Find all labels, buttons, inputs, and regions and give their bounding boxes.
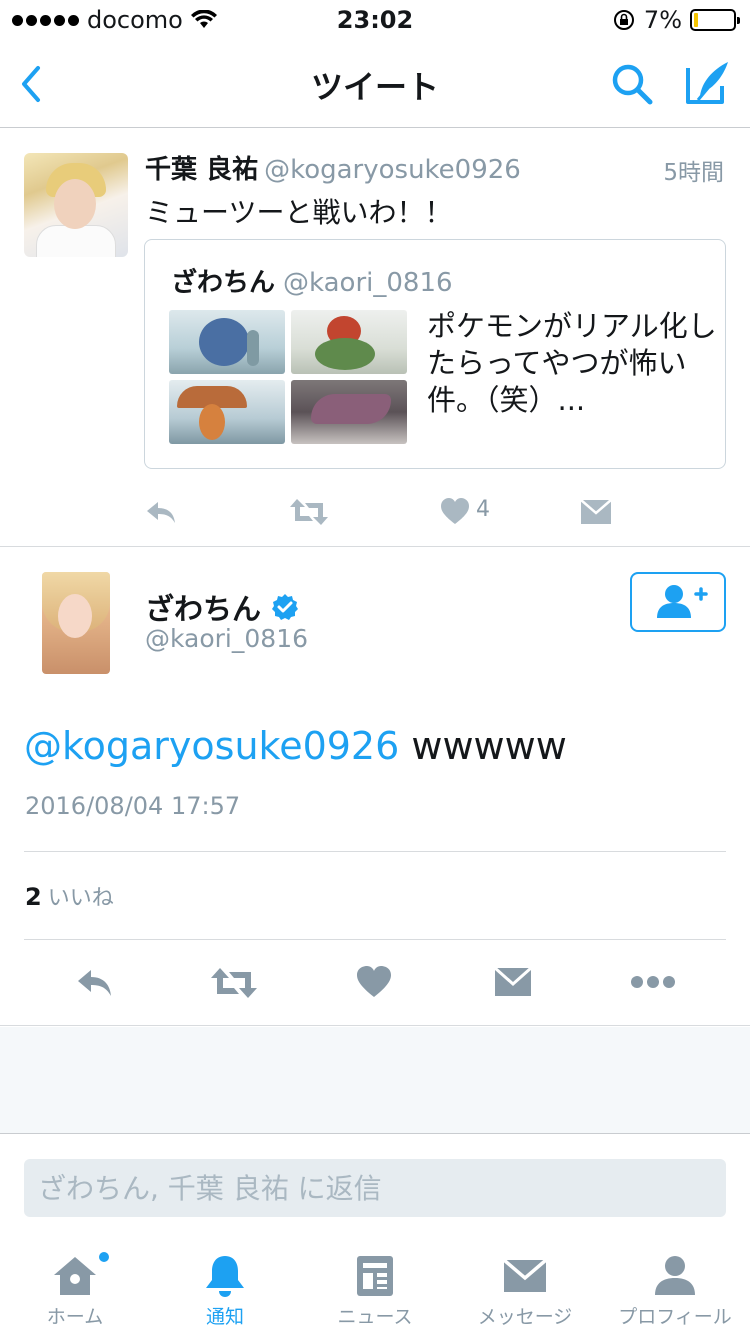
like-summary[interactable]: 2 いいね [25,880,114,912]
author-name[interactable]: ざわちん [145,586,261,628]
news-icon [357,1256,393,1296]
status-right: 7% [612,6,740,34]
tab-label: ホーム [46,1306,104,1328]
bell-icon [206,1256,244,1297]
avatar[interactable] [24,153,128,257]
profile-icon [655,1256,695,1295]
verified-badge-icon [272,594,299,620]
like-count: 2 [25,883,42,911]
rotation-lock-icon [613,10,634,30]
tab-profile[interactable]: プロフィール [600,1243,750,1334]
search-icon[interactable] [608,60,656,108]
like-icon[interactable] [440,495,470,529]
tweet-actions [0,963,750,1003]
quoted-header: ざわちん @kaori_0816 [171,262,453,299]
author-handle[interactable]: @kogaryosuke0926 [264,155,521,185]
parent-tweet[interactable]: 千葉 良祐 @kogaryosuke0926 5時間 ミューツーと戦いわ！！ ざわ… [0,129,750,547]
message-icon [502,1258,548,1292]
tab-bar: ホーム 通知 ニュース メッセージ プロフィール [0,1243,750,1334]
tab-label: メッセージ [477,1306,573,1328]
retweet-icon[interactable] [289,495,329,529]
tweet-text-rest: wwwww [399,724,567,768]
quoted-text: ポケモンがリアル化したらってやつが怖い件。（笑）... [427,309,717,417]
direct-message-icon[interactable] [580,495,612,529]
tab-news[interactable]: ニュース [300,1243,450,1334]
mention-link[interactable]: @kogaryosuke0926 [24,724,399,768]
tweet-timestamp: 2016/08/04 17:57 [25,792,241,820]
reply-icon[interactable] [144,495,178,529]
divider [24,851,726,852]
empty-area [0,1027,750,1133]
quoted-media-grid[interactable] [169,310,407,444]
notification-dot [98,1251,110,1263]
like-label: いいね [47,886,114,911]
tab-home[interactable]: ホーム [0,1243,150,1334]
home-icon [54,1257,96,1295]
battery-icon [690,9,740,31]
quoted-tweet-card[interactable]: ざわちん @kaori_0816 ポケモンがリアル化したらってやつが怖い件。（笑）… [144,239,726,469]
tweet-time: 5時間 [663,160,724,186]
tweet-text: @kogaryosuke0926 wwwww [24,724,567,768]
like-count: 4 [476,497,490,522]
media-thumbnail[interactable] [291,310,407,374]
avatar[interactable] [42,572,110,674]
battery-percent: 7% [643,6,682,34]
status-bar: docomo 23:02 7% [0,0,750,40]
reply-input[interactable] [24,1159,726,1217]
media-thumbnail[interactable] [291,380,407,444]
tab-label: プロフィール [618,1306,732,1328]
media-thumbnail[interactable] [169,380,285,444]
tweet-text: ミューツーと戦いわ！！ [145,196,453,229]
tab-messages[interactable]: メッセージ [450,1243,600,1334]
reply-bar [0,1133,750,1243]
tab-label: 通知 [205,1306,244,1328]
tweet-header: 千葉 良祐 @kogaryosuke0926 [145,149,521,186]
like-icon[interactable] [356,965,392,999]
media-thumbnail[interactable] [169,310,285,374]
focused-tweet: ざわちん @kaori_0816 @kogaryosuke0926 wwwww … [0,548,750,1026]
nav-bar: ツイート [0,40,750,128]
more-options-icon[interactable] [630,975,676,989]
tweet-actions: 4 [144,495,624,529]
reply-icon[interactable] [76,965,114,999]
divider [24,939,726,940]
tab-label: ニュース [337,1306,413,1328]
tab-notifications[interactable]: 通知 [150,1243,300,1334]
author-handle[interactable]: @kaori_0816 [145,624,308,653]
retweet-icon[interactable] [210,965,258,1001]
follow-user-icon [657,585,708,618]
follow-button[interactable] [630,572,726,632]
quoted-author-name: ざわちん [171,268,276,298]
author-name[interactable]: 千葉 良祐 [145,155,258,185]
direct-message-icon[interactable] [494,965,532,999]
quoted-author-handle: @kaori_0816 [283,268,453,298]
author-name-row[interactable]: ざわちん [145,586,299,628]
compose-tweet-icon[interactable] [684,58,732,108]
